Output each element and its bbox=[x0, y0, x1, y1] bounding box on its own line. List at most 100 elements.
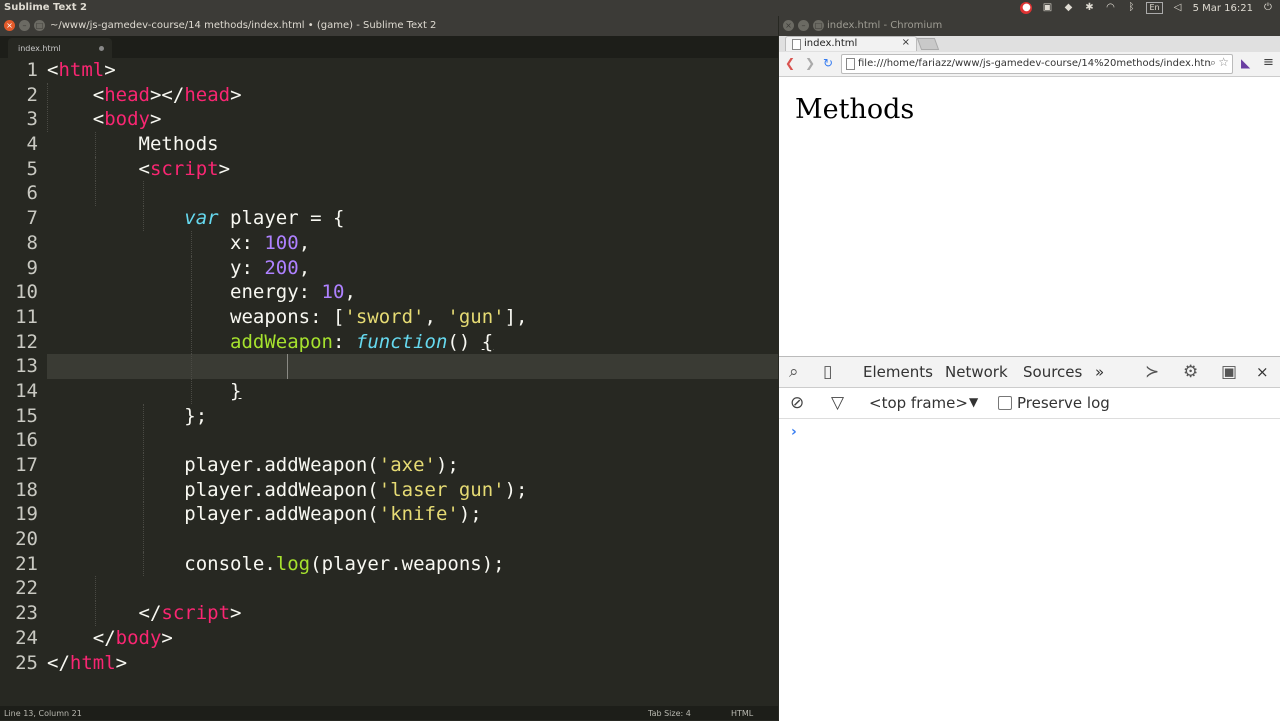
code-line: <script> bbox=[47, 156, 778, 182]
code-line: </html> bbox=[47, 651, 128, 674]
camera-icon[interactable]: ▣ bbox=[1041, 2, 1053, 14]
minimize-window-icon[interactable]: – bbox=[19, 20, 30, 31]
extension-icon[interactable]: ◣ bbox=[1241, 56, 1250, 70]
syntax-selector[interactable]: HTML bbox=[731, 709, 753, 718]
dock-side-icon[interactable]: ▣ bbox=[1221, 362, 1237, 382]
maximize-window-icon[interactable]: □ bbox=[34, 20, 45, 31]
volume-icon[interactable]: ◁ bbox=[1172, 2, 1184, 14]
address-bar[interactable]: file:///home/fariazz/www/js-gamedev-cour… bbox=[841, 54, 1233, 74]
line-number: 19 bbox=[15, 503, 38, 526]
address-url[interactable]: file:///home/fariazz/www/js-gamedev-cour… bbox=[858, 58, 1217, 69]
code-line: x: 100, bbox=[47, 230, 778, 256]
line-number: 6 bbox=[26, 182, 38, 205]
wifi-icon[interactable]: ◠ bbox=[1104, 2, 1116, 14]
code-line: addWeapon: function() { bbox=[47, 329, 778, 355]
line-number: 4 bbox=[26, 133, 38, 156]
clear-console-icon[interactable]: ⊘ bbox=[790, 393, 804, 413]
reload-icon[interactable]: ↻ bbox=[823, 56, 833, 70]
code-line-active bbox=[47, 354, 778, 379]
tab-label: index.html bbox=[18, 44, 61, 53]
sublime-titlebar: × – □ ~/www/js-gamedev-course/14 methods… bbox=[0, 16, 778, 36]
unsaved-dot-icon[interactable] bbox=[99, 46, 104, 51]
code-line: energy: 10, bbox=[47, 280, 778, 305]
code-line: y: 200, bbox=[47, 255, 778, 281]
code-line: weapons: ['sword', 'gun'], bbox=[47, 304, 778, 330]
code-line bbox=[47, 181, 778, 207]
line-number: 17 bbox=[15, 454, 38, 476]
line-number: 14 bbox=[15, 379, 38, 402]
devtools-settings-icon[interactable]: ⚙ bbox=[1183, 362, 1198, 382]
console-prompt-icon[interactable]: › bbox=[791, 424, 797, 440]
code-line: <html> bbox=[47, 59, 116, 81]
code-line: <head></head> bbox=[47, 82, 778, 108]
line-number-gutter: 1 2 3 4 5 6 7 8 9 10 11 12 13 14 15 16 1… bbox=[0, 58, 38, 675]
chromium-titlebar: × – □ index.html - Chromium bbox=[779, 16, 1280, 36]
code-line: Methods bbox=[47, 132, 778, 157]
code-line: var player = { bbox=[47, 206, 778, 231]
filter-icon[interactable]: ▽ bbox=[831, 393, 844, 413]
minimize-window-icon[interactable]: – bbox=[798, 20, 809, 31]
devtools-panel: ⌕ ▯ Elements Network Sources » ≻ ⚙ ▣ × ⊘… bbox=[779, 356, 1280, 721]
settings-icon[interactable]: ✱ bbox=[1083, 2, 1095, 14]
code-line: </body> bbox=[92, 626, 173, 649]
chromium-window-title: index.html - Chromium bbox=[827, 20, 943, 31]
page-info-icon[interactable] bbox=[846, 58, 855, 70]
inspect-element-icon[interactable]: ⌕ bbox=[789, 362, 799, 382]
code-line: console.log(player.weapons); bbox=[47, 551, 778, 577]
browser-tab-label: index.html bbox=[804, 38, 858, 49]
system-tray: ● ▣ ◆ ✱ ◠ ᛒ En ◁ 5 Mar 16:21 ⏻ bbox=[1020, 0, 1274, 16]
frame-dropdown-icon[interactable]: ▼ bbox=[969, 395, 978, 409]
code-editor[interactable]: 1 2 3 4 5 6 7 8 9 10 11 12 13 14 15 16 1… bbox=[0, 58, 778, 706]
tab-network[interactable]: Network bbox=[945, 363, 1008, 381]
close-tab-icon[interactable]: × bbox=[902, 37, 910, 48]
line-number: 9 bbox=[26, 256, 38, 279]
tab-size-selector[interactable]: Tab Size: 4 bbox=[648, 709, 691, 718]
bookmark-star-icon[interactable]: ☆ bbox=[1218, 55, 1229, 69]
chromium-window: × – □ index.html - Chromium index.html ×… bbox=[779, 16, 1280, 721]
new-tab-button[interactable] bbox=[916, 38, 940, 50]
keyboard-language[interactable]: En bbox=[1146, 2, 1163, 14]
close-devtools-icon[interactable]: × bbox=[1256, 363, 1269, 381]
maximize-window-icon[interactable]: □ bbox=[813, 20, 824, 31]
line-number: 10 bbox=[15, 281, 38, 304]
browser-tab-index-html[interactable]: index.html × bbox=[785, 36, 917, 51]
line-number: 5 bbox=[26, 157, 38, 180]
line-number: 13 bbox=[15, 355, 38, 378]
browser-menu-icon[interactable]: ≡ bbox=[1263, 55, 1274, 70]
power-icon[interactable]: ⏻ bbox=[1262, 2, 1274, 14]
line-number: 16 bbox=[15, 429, 38, 452]
bluetooth-icon[interactable]: ᛒ bbox=[1125, 2, 1137, 14]
code-line: <body> bbox=[47, 107, 778, 133]
device-mode-icon[interactable]: ▯ bbox=[823, 362, 832, 382]
line-number: 22 bbox=[15, 577, 38, 600]
line-number: 20 bbox=[15, 528, 38, 551]
clock[interactable]: 5 Mar 16:21 bbox=[1193, 3, 1253, 14]
line-number: 2 bbox=[26, 83, 38, 106]
sublime-window-title: ~/www/js-gamedev-course/14 methods/index… bbox=[50, 20, 437, 31]
tab-sources[interactable]: Sources bbox=[1023, 363, 1082, 381]
close-window-icon[interactable]: × bbox=[783, 20, 794, 31]
zoom-icon[interactable]: ⌕ bbox=[1209, 56, 1216, 70]
close-window-icon[interactable]: × bbox=[4, 20, 15, 31]
forward-icon[interactable]: ❯ bbox=[805, 56, 815, 70]
code-line: player.addWeapon('knife'); bbox=[47, 502, 778, 528]
frame-selector[interactable]: <top frame> bbox=[869, 394, 968, 412]
tab-index-html[interactable]: index.html bbox=[8, 38, 112, 58]
browser-toolbar: ❮ ❯ ↻ file:///home/fariazz/www/js-gamede… bbox=[779, 52, 1280, 77]
more-tabs-icon[interactable]: » bbox=[1095, 363, 1104, 381]
system-top-bar: Sublime Text 2 ● ▣ ◆ ✱ ◠ ᛒ En ◁ 5 Mar 16… bbox=[0, 0, 1280, 16]
code-line: </script> bbox=[47, 601, 778, 626]
tab-elements[interactable]: Elements bbox=[863, 363, 933, 381]
code-line bbox=[47, 428, 778, 453]
preserve-log-checkbox[interactable] bbox=[998, 396, 1012, 410]
code-area[interactable]: <html> <head></head> <body> Methods <scr… bbox=[47, 58, 778, 675]
console-drawer-icon[interactable]: ≻ bbox=[1145, 362, 1159, 382]
dropbox-icon[interactable]: ◆ bbox=[1062, 2, 1074, 14]
app-title: Sublime Text 2 bbox=[4, 2, 87, 13]
code-line: player.addWeapon('axe'); bbox=[47, 453, 778, 478]
devtools-toolbar: ⌕ ▯ Elements Network Sources » ≻ ⚙ ▣ × bbox=[779, 357, 1280, 388]
console-filter-bar: ⊘ ▽ <top frame> ▼ Preserve log bbox=[779, 388, 1280, 419]
line-number: 23 bbox=[15, 602, 38, 625]
back-icon[interactable]: ❮ bbox=[785, 56, 795, 70]
record-icon[interactable]: ● bbox=[1020, 2, 1033, 14]
